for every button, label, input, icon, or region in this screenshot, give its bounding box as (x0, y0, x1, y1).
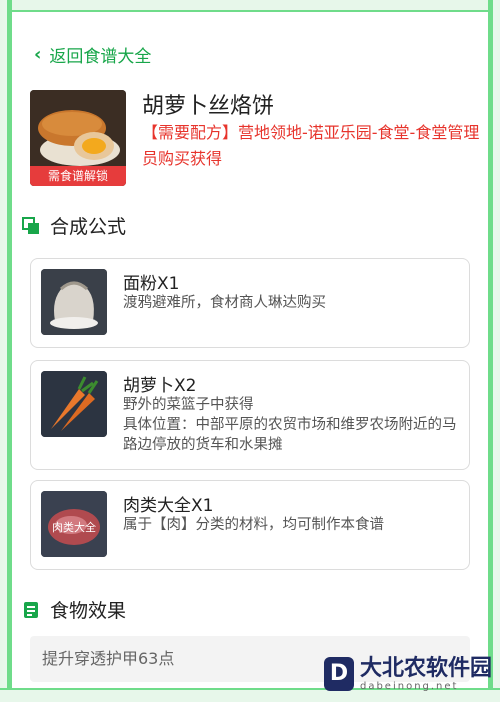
right-frame (488, 0, 500, 702)
formula-section-title: 合成公式 (50, 216, 127, 238)
page-content: ‹ 返回食谱大全 需食谱解锁 胡萝卜丝烙饼 【需要配方】营地领地-诺亚乐园-食堂… (20, 0, 480, 702)
ingredient-source: 渡鸦避难所，食材商人琳达购买 (123, 295, 326, 311)
copy-icon (22, 216, 40, 235)
ingredient-card[interactable]: 肉类大全 肉类大全X1 属于【肉】分类的材料，均可制作本食谱 (30, 480, 470, 570)
back-link-label: 返回食谱大全 (49, 47, 152, 67)
ingredient-name: 胡萝卜X2 (123, 376, 197, 396)
effect-section-header: 食物效果 (22, 596, 126, 623)
ingredient-source: 野外的菜篮子中获得 具体位置：中部平原的农贸市场和维罗农场附近的马路边停放的货车… (123, 397, 457, 453)
left-frame (0, 0, 12, 702)
formula-section-header: 合成公式 (22, 212, 126, 239)
ingredient-name: 肉类大全X1 (123, 496, 214, 516)
carrot-icon (41, 371, 107, 437)
locked-badge: 需食谱解锁 (30, 166, 126, 186)
ingredient-name: 面粉X1 (123, 274, 180, 294)
ingredient-card[interactable]: 胡萝卜X2 野外的菜篮子中获得 具体位置：中部平原的农贸市场和维罗农场附近的马路… (30, 360, 470, 470)
recipe-source-text: 【需要配方】营地领地-诺亚乐园-食堂-食堂管理员购买获得 (142, 123, 480, 168)
watermark-cn: 大北农软件园 (359, 656, 492, 681)
chevron-left-icon: ‹ (34, 44, 42, 65)
svg-text:肉类大全: 肉类大全 (52, 520, 96, 534)
recipe-image: 需食谱解锁 (30, 90, 126, 186)
effect-section-title: 食物效果 (50, 600, 127, 622)
ingredient-source: 属于【肉】分类的材料，均可制作本食谱 (123, 517, 384, 533)
back-to-recipes-link[interactable]: ‹ 返回食谱大全 (34, 42, 151, 67)
watermark-en: dabeinong.net (359, 681, 459, 692)
site-watermark: D 大北农软件园 dabeinong.net (323, 656, 492, 692)
recipe-title: 胡萝卜丝烙饼 (142, 94, 275, 119)
meat-icon: 肉类大全 (41, 491, 107, 557)
document-icon (22, 601, 40, 619)
site-logo: D (323, 657, 354, 691)
ingredient-card[interactable]: 面粉X1 渡鸦避难所，食材商人琳达购买 (30, 258, 470, 348)
flour-icon (41, 269, 107, 335)
